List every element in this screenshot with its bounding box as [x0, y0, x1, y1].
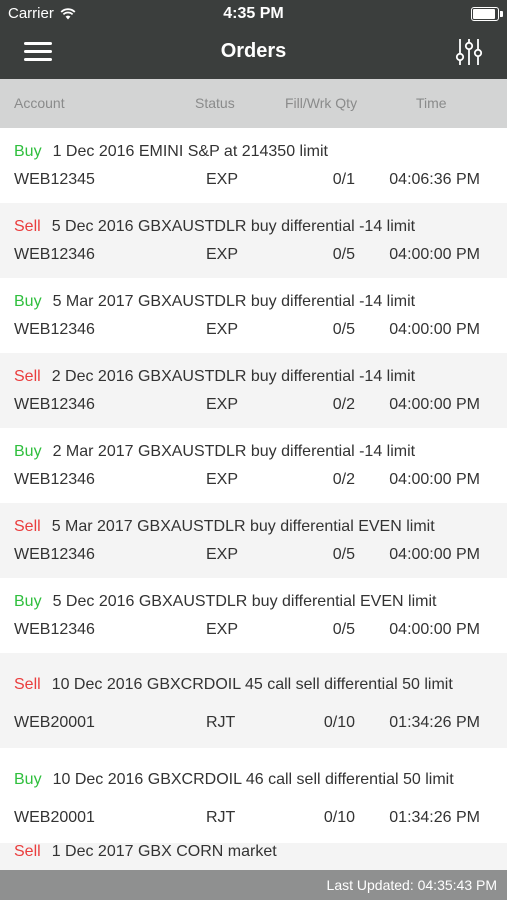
order-fill-qty: 0/1	[332, 171, 355, 188]
order-description: 5 Mar 2017 GBXAUSTDLR buy differential -…	[52, 293, 416, 310]
order-time: 04:00:00 PM	[389, 546, 480, 563]
order-description: 5 Dec 2016 GBXAUSTDLR buy differential -…	[51, 218, 416, 235]
order-row[interactable]: Sell 2 Dec 2016 GBXAUSTDLR buy differenti…	[0, 353, 507, 428]
order-account: WEB12346	[14, 471, 95, 488]
order-status: EXP	[206, 621, 239, 638]
order-line: Sell 1 Dec 2017 GBX CORN market	[14, 843, 277, 861]
order-status: RJT	[206, 714, 236, 731]
order-status: EXP	[206, 546, 239, 563]
sliders-icon[interactable]	[453, 36, 485, 68]
order-side: Sell	[14, 676, 41, 693]
orders-list: Buy 1 Dec 2016 EMINI S&P at 214350 limit W…	[0, 128, 507, 870]
order-side: Sell	[14, 518, 41, 535]
order-description: 10 Dec 2016 GBXCRDOIL 45 call sell diffe…	[51, 676, 453, 693]
order-side: Buy	[14, 143, 42, 160]
order-row[interactable]: Buy 1 Dec 2016 EMINI S&P at 214350 limit W…	[0, 128, 507, 203]
order-line: Sell 2 Dec 2016 GBXAUSTDLR buy differenti…	[14, 368, 415, 386]
order-status: EXP	[206, 321, 239, 338]
order-account: WEB12346	[14, 321, 95, 338]
order-time: 04:00:00 PM	[389, 321, 480, 338]
order-description: 2 Dec 2016 GBXAUSTDLR buy differential -…	[51, 368, 416, 385]
order-row[interactable]: Sell 10 Dec 2016 GBXCRDOIL 45 call sell d…	[0, 653, 507, 748]
order-account: WEB12346	[14, 246, 95, 263]
order-account: WEB20001	[14, 809, 95, 826]
order-time: 04:00:00 PM	[389, 471, 480, 488]
battery-icon	[471, 7, 503, 21]
order-fill-qty: 0/10	[323, 714, 355, 731]
col-account[interactable]: Account	[14, 95, 65, 111]
col-status[interactable]: Status	[195, 95, 235, 111]
order-fill-qty: 0/2	[332, 471, 355, 488]
order-line: Sell 5 Mar 2017 GBXAUSTDLR buy differenti…	[14, 518, 435, 536]
order-status: EXP	[206, 396, 239, 413]
order-account: WEB12346	[14, 396, 95, 413]
order-time: 01:34:26 PM	[389, 809, 480, 826]
order-side: Sell	[14, 843, 41, 860]
order-side: Sell	[14, 218, 41, 235]
order-account: WEB12346	[14, 546, 95, 563]
order-time: 04:00:00 PM	[389, 396, 480, 413]
order-description: 1 Dec 2017 GBX CORN market	[51, 843, 277, 860]
order-status: EXP	[206, 171, 239, 188]
order-account: WEB20001	[14, 714, 95, 731]
order-row[interactable]: Buy 5 Mar 2017 GBXAUSTDLR buy differentia…	[0, 278, 507, 353]
col-time[interactable]: Time	[416, 95, 447, 111]
order-line: Buy 5 Dec 2016 GBXAUSTDLR buy differentia…	[14, 593, 436, 611]
order-side: Sell	[14, 368, 41, 385]
order-line: Sell 5 Dec 2016 GBXAUSTDLR buy differenti…	[14, 218, 415, 236]
order-description: 10 Dec 2016 GBXCRDOIL 46 call sell diffe…	[52, 771, 454, 788]
order-account: WEB12345	[14, 171, 95, 188]
order-fill-qty: 0/5	[332, 546, 355, 563]
order-row[interactable]: Buy 10 Dec 2016 GBXCRDOIL 46 call sell di…	[0, 748, 507, 843]
order-description: 5 Dec 2016 GBXAUSTDLR buy differential E…	[52, 593, 437, 610]
order-account: WEB12346	[14, 621, 95, 638]
order-line: Buy 1 Dec 2016 EMINI S&P at 214350 limit	[14, 143, 328, 161]
nav-bar: Orders	[0, 28, 507, 79]
order-side: Buy	[14, 771, 42, 788]
status-bar: Carrier 4:35 PM	[0, 0, 507, 28]
order-status: RJT	[206, 809, 236, 826]
column-header: Account Status Fill/Wrk Qty Time	[0, 79, 507, 128]
order-time: 04:06:36 PM	[389, 171, 480, 188]
order-row[interactable]: Sell 1 Dec 2017 GBX CORN market	[0, 843, 507, 870]
order-row[interactable]: Buy 2 Mar 2017 GBXAUSTDLR buy differentia…	[0, 428, 507, 503]
page-title: Orders	[220, 40, 287, 62]
order-row[interactable]: Sell 5 Mar 2017 GBXAUSTDLR buy differenti…	[0, 503, 507, 578]
order-side: Buy	[14, 443, 42, 460]
order-description: 2 Mar 2017 GBXAUSTDLR buy differential -…	[52, 443, 416, 460]
footer-bar: Last Updated: 04:35:43 PM	[0, 870, 507, 900]
order-fill-qty: 0/10	[323, 809, 355, 826]
order-time: 04:00:00 PM	[389, 246, 480, 263]
order-fill-qty: 0/5	[332, 621, 355, 638]
order-status: EXP	[206, 246, 239, 263]
order-line: Buy 10 Dec 2016 GBXCRDOIL 46 call sell di…	[14, 771, 454, 789]
order-description: 1 Dec 2016 EMINI S&P at 214350 limit	[52, 143, 328, 160]
order-line: Sell 10 Dec 2016 GBXCRDOIL 45 call sell d…	[14, 676, 453, 694]
order-fill-qty: 0/2	[332, 396, 355, 413]
order-row[interactable]: Sell 5 Dec 2016 GBXAUSTDLR buy differenti…	[0, 203, 507, 278]
order-time: 04:00:00 PM	[389, 621, 480, 638]
order-side: Buy	[14, 293, 42, 310]
order-fill-qty: 0/5	[332, 246, 355, 263]
order-row[interactable]: Buy 5 Dec 2016 GBXAUSTDLR buy differentia…	[0, 578, 507, 653]
order-time: 01:34:26 PM	[389, 714, 480, 731]
col-fill-qty[interactable]: Fill/Wrk Qty	[285, 95, 357, 111]
order-status: EXP	[206, 471, 239, 488]
order-line: Buy 2 Mar 2017 GBXAUSTDLR buy differentia…	[14, 443, 415, 461]
last-updated: Last Updated: 04:35:43 PM	[326, 877, 497, 893]
clock: 4:35 PM	[223, 5, 284, 22]
order-line: Buy 5 Mar 2017 GBXAUSTDLR buy differentia…	[14, 293, 415, 311]
order-description: 5 Mar 2017 GBXAUSTDLR buy differential E…	[51, 518, 435, 535]
order-side: Buy	[14, 593, 42, 610]
order-fill-qty: 0/5	[332, 321, 355, 338]
